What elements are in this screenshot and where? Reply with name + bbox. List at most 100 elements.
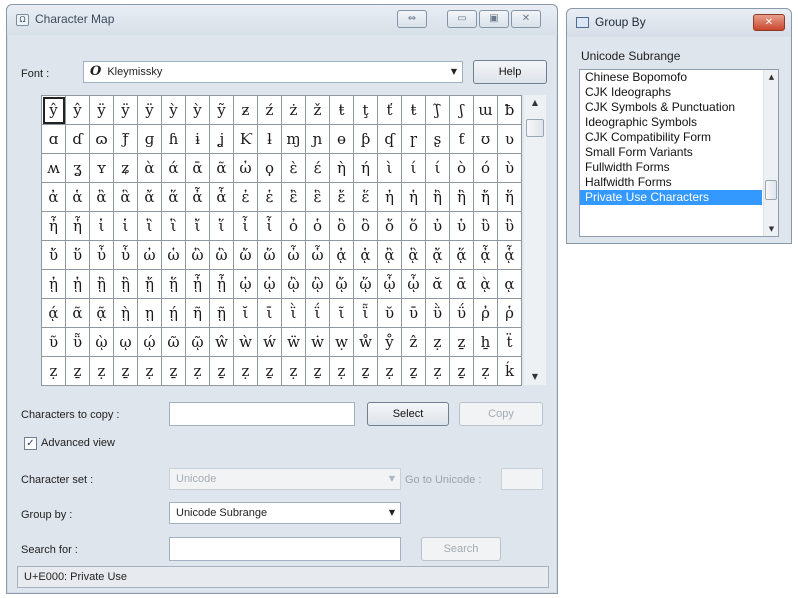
character-cell[interactable]: ᾗ <box>210 270 234 299</box>
character-cell[interactable]: ẓ <box>378 357 402 386</box>
character-cell[interactable]: ἶ <box>234 212 258 241</box>
character-cell[interactable]: ὴ <box>330 154 354 183</box>
character-cell[interactable]: ţ <box>354 96 378 125</box>
character-cell[interactable]: ẕ <box>66 357 90 386</box>
character-cell[interactable]: ᾒ <box>90 270 114 299</box>
subrange-list[interactable]: Chinese Bopomofo CJK Ideographs CJK Symbol… <box>579 69 779 237</box>
character-cell[interactable]: ἡ <box>402 183 426 212</box>
character-cell[interactable]: ᾦ <box>378 270 402 299</box>
character-cell[interactable]: ΐ <box>306 299 330 328</box>
character-cell[interactable]: ƥ <box>354 125 378 154</box>
character-cell[interactable]: ῥ <box>498 299 522 328</box>
character-cell[interactable]: ό <box>474 154 498 183</box>
character-cell[interactable]: ʃ̃ <box>426 96 450 125</box>
character-cell[interactable]: ẖ <box>474 328 498 357</box>
character-cell[interactable]: ἰ <box>90 212 114 241</box>
scroll-thumb[interactable] <box>526 119 544 137</box>
character-cell[interactable]: ῇ <box>210 299 234 328</box>
list-item[interactable]: CJK Ideographs <box>580 85 762 100</box>
character-cell[interactable]: ʂ <box>426 125 450 154</box>
list-item[interactable]: CJK Compatibility Form <box>580 130 762 145</box>
chars-to-copy-input[interactable] <box>169 402 355 426</box>
goto-unicode-input[interactable] <box>501 468 543 490</box>
character-cell[interactable]: ẗ <box>498 328 522 357</box>
character-cell[interactable]: ḱ <box>498 357 522 386</box>
character-cell[interactable]: ὠ <box>234 154 258 183</box>
character-cell[interactable]: ἧ <box>66 212 90 241</box>
character-cell[interactable]: ÿ <box>90 96 114 125</box>
character-cell[interactable]: ŧ <box>402 96 426 125</box>
character-cell[interactable]: ὥ <box>258 241 282 270</box>
character-cell[interactable]: ἣ <box>450 183 474 212</box>
character-cell[interactable]: ἴ <box>186 212 210 241</box>
character-cell[interactable]: ᾓ <box>114 270 138 299</box>
character-cell[interactable]: ʝ <box>210 125 234 154</box>
character-cell[interactable]: ẓ <box>90 357 114 386</box>
character-cell[interactable]: ῤ <box>474 299 498 328</box>
character-cell[interactable]: ż <box>282 96 306 125</box>
character-cell[interactable]: ἦ <box>42 212 66 241</box>
character-cell[interactable]: έ <box>306 154 330 183</box>
character-cell[interactable]: ἐ <box>234 183 258 212</box>
character-cell[interactable]: ῐ <box>234 299 258 328</box>
character-cell[interactable]: Ƙ <box>234 125 258 154</box>
character-cell[interactable]: ᾅ <box>450 241 474 270</box>
character-grid[interactable]: ŷ ŷ ÿ ÿ ÿ ỳ ỳ ỹ ƶ ź ż ž ŧ ţ ť ŧ ʃ̃ ʃ ɯ ƀ ɑ ɗ ɷ ƒ̃ ɡ ɦ ɨ ʝ Ƙƚ ɱ ɲ ɵ ƥ ʠ ɼ ʂ ƭ… <box>41 95 522 386</box>
character-cell[interactable]: ŷ <box>42 96 66 125</box>
character-cell[interactable]: ᾁ <box>354 241 378 270</box>
character-cell[interactable]: ἒ <box>282 183 306 212</box>
character-cell[interactable]: ẕ <box>450 328 474 357</box>
character-cell[interactable]: ὅ <box>402 212 426 241</box>
character-cell[interactable]: ƚ <box>258 125 282 154</box>
character-cell[interactable]: ƀ <box>498 96 522 125</box>
character-cell[interactable]: ʑ <box>114 154 138 183</box>
list-item[interactable]: Chinese Bopomofo <box>580 70 762 85</box>
character-cell[interactable]: ᾴ <box>42 299 66 328</box>
character-cell[interactable]: ʠ <box>378 125 402 154</box>
character-cell[interactable]: ẇ <box>306 328 330 357</box>
character-cell[interactable]: ᾤ <box>330 270 354 299</box>
character-cell[interactable]: ɯ <box>474 96 498 125</box>
character-cell[interactable]: ƒ̃ <box>114 125 138 154</box>
character-cell[interactable]: ŧ <box>330 96 354 125</box>
character-cell[interactable]: ẘ <box>354 328 378 357</box>
character-cell[interactable]: ʍ <box>42 154 66 183</box>
character-cell[interactable]: ὑ <box>450 212 474 241</box>
character-cell[interactable]: ἳ <box>162 212 186 241</box>
character-cell[interactable]: ὒ <box>474 212 498 241</box>
character-cell[interactable]: ἃ <box>114 183 138 212</box>
character-cell[interactable]: ᾧ <box>402 270 426 299</box>
character-cell[interactable]: ẓ <box>426 357 450 386</box>
character-cell[interactable]: ᾄ <box>426 241 450 270</box>
scroll-down-icon[interactable]: ▼ <box>764 222 778 236</box>
character-cell[interactable]: ῡ <box>402 299 426 328</box>
character-cell[interactable]: ƭ <box>450 125 474 154</box>
character-cell[interactable]: ὕ <box>66 241 90 270</box>
restore-icon[interactable]: ⇔ <box>397 10 427 28</box>
character-cell[interactable]: ᾷ <box>90 299 114 328</box>
character-cell[interactable]: ῠ <box>378 299 402 328</box>
character-cell[interactable]: ὤ <box>234 241 258 270</box>
character-cell[interactable]: ῶ <box>162 328 186 357</box>
character-cell[interactable]: ῆ <box>186 299 210 328</box>
character-cell[interactable]: ὔ <box>42 241 66 270</box>
character-cell[interactable]: ᾶ <box>66 299 90 328</box>
character-cell[interactable]: ῳ <box>114 328 138 357</box>
character-cell[interactable]: ἅ <box>162 183 186 212</box>
scroll-up-icon[interactable]: ▲ <box>524 95 546 111</box>
character-cell[interactable]: ŷ <box>66 96 90 125</box>
character-cell[interactable]: ῒ <box>282 299 306 328</box>
character-cell[interactable]: ὡ <box>162 241 186 270</box>
character-cell[interactable]: ῂ <box>114 299 138 328</box>
character-cell[interactable]: ỳ <box>162 96 186 125</box>
character-cell[interactable]: ʓ <box>66 154 90 183</box>
character-cell[interactable]: ἕ <box>354 183 378 212</box>
font-select[interactable]: O Kleymissky ▼ <box>83 61 463 83</box>
character-cell[interactable]: ἂ <box>90 183 114 212</box>
character-cell[interactable]: ἠ <box>378 183 402 212</box>
character-cell[interactable]: ᾂ <box>378 241 402 270</box>
character-cell[interactable]: ẉ <box>330 328 354 357</box>
character-cell[interactable]: ῢ <box>426 299 450 328</box>
character-cell[interactable]: ᾇ <box>498 241 522 270</box>
character-cell[interactable]: ὃ <box>354 212 378 241</box>
